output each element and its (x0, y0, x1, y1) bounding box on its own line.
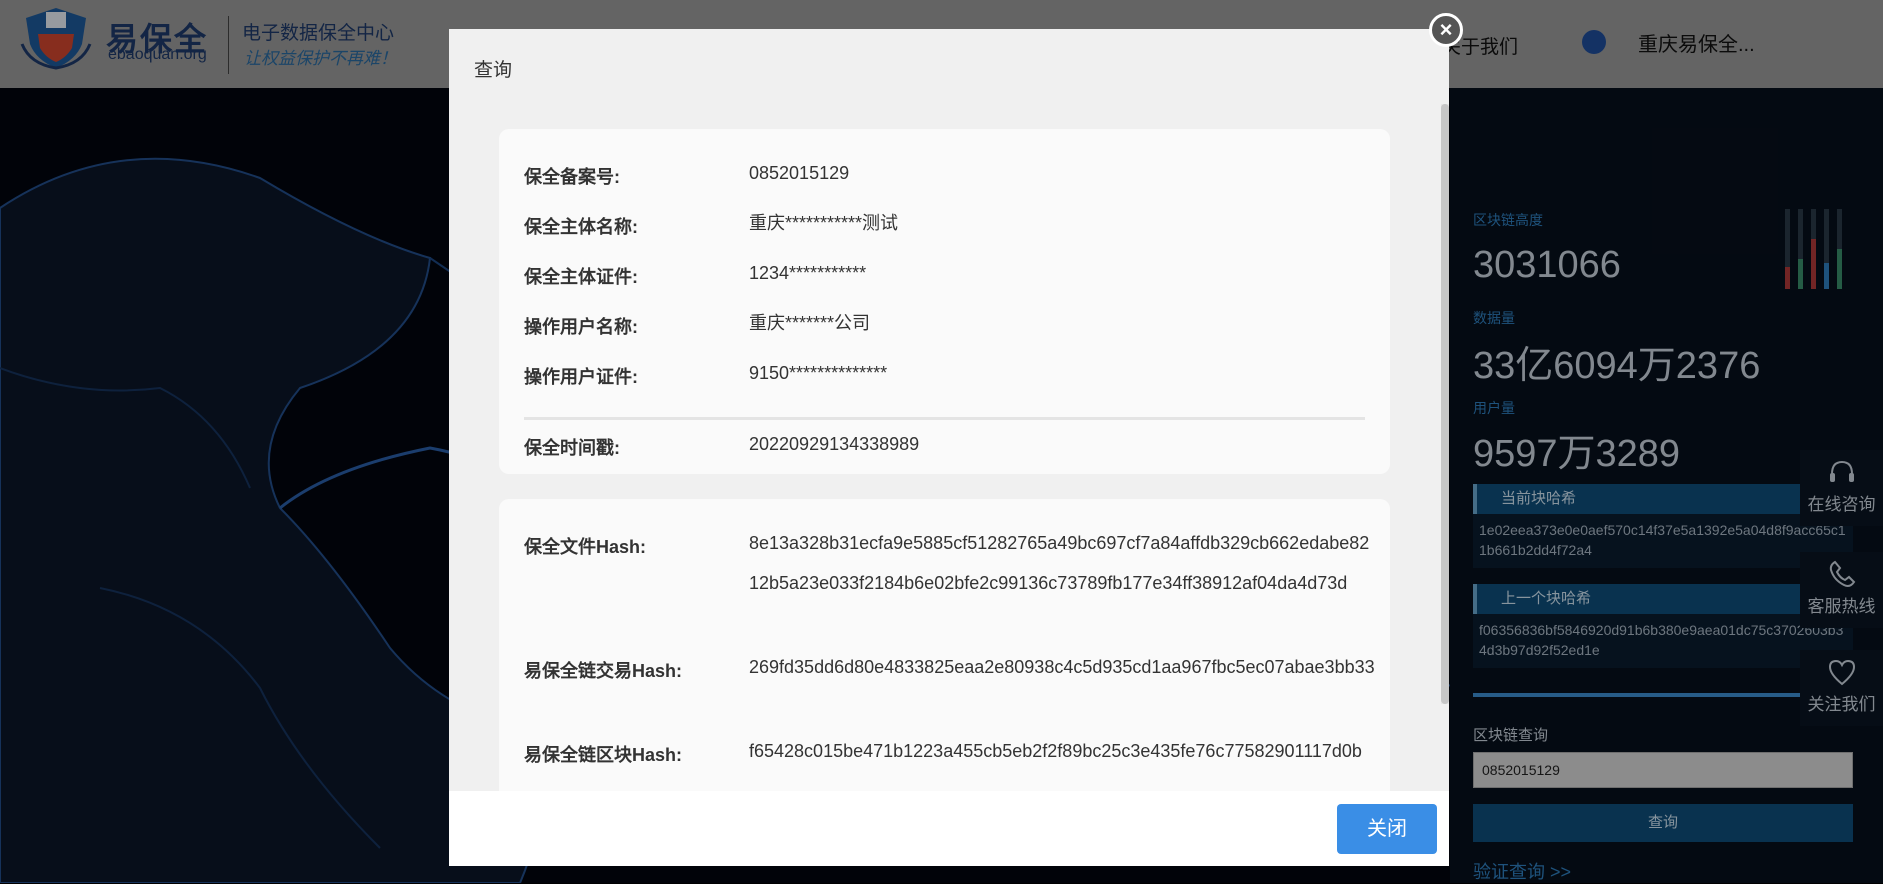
close-button[interactable]: 关闭 (1337, 804, 1437, 854)
tx-hash-value: 269fd35dd6d80e4833825eaa2e80938c4c5d935c… (749, 657, 1375, 677)
record-number-value: 0852015129 (749, 163, 850, 183)
modal-footer (449, 791, 1449, 866)
subject-id-label: 保全主体证件: (524, 267, 638, 287)
timestamp-value: 20220929134338989 (749, 434, 920, 454)
hash-card-viewport: 保全文件Hash: 8e13a328b31ecfa9e5885cf5128276… (499, 499, 1390, 791)
file-hash-value: 8e13a328b31ecfa9e5885cf51282765a49bc697c… (749, 533, 1370, 593)
block-hash-value: f65428c015be471b1223a455cb5eb2f2f89bc25c… (749, 741, 1362, 761)
modal-title: 查询 (474, 60, 513, 81)
tx-hash-label: 易保全链交易Hash: (524, 661, 683, 681)
operator-name-value: 重庆*******公司 (749, 313, 871, 333)
subject-id-value: 1234*********** (749, 263, 867, 283)
record-number-label: 保全备案号: (524, 167, 620, 187)
operator-id-label: 操作用户证件: (524, 367, 638, 387)
subject-name-value: 重庆***********测试 (749, 213, 899, 233)
subject-name-label: 保全主体名称: (524, 217, 638, 237)
file-hash-label: 保全文件Hash: (524, 537, 647, 557)
modal-close-icon[interactable]: × (1429, 13, 1463, 47)
hash-card: 保全文件Hash: 8e13a328b31ecfa9e5885cf5128276… (499, 499, 1390, 791)
operator-name-label: 操作用户名称: (524, 317, 638, 337)
modal-scrollbar-thumb[interactable] (1441, 104, 1449, 704)
timestamp-label: 保全时间戳: (524, 438, 620, 458)
operator-id-value: 9150************** (749, 363, 888, 383)
info-divider (524, 417, 1365, 420)
info-card: 保全备案号: 0852015129 保全主体名称: 重庆***********测… (499, 129, 1390, 474)
block-hash-label: 易保全链区块Hash: (524, 745, 683, 765)
